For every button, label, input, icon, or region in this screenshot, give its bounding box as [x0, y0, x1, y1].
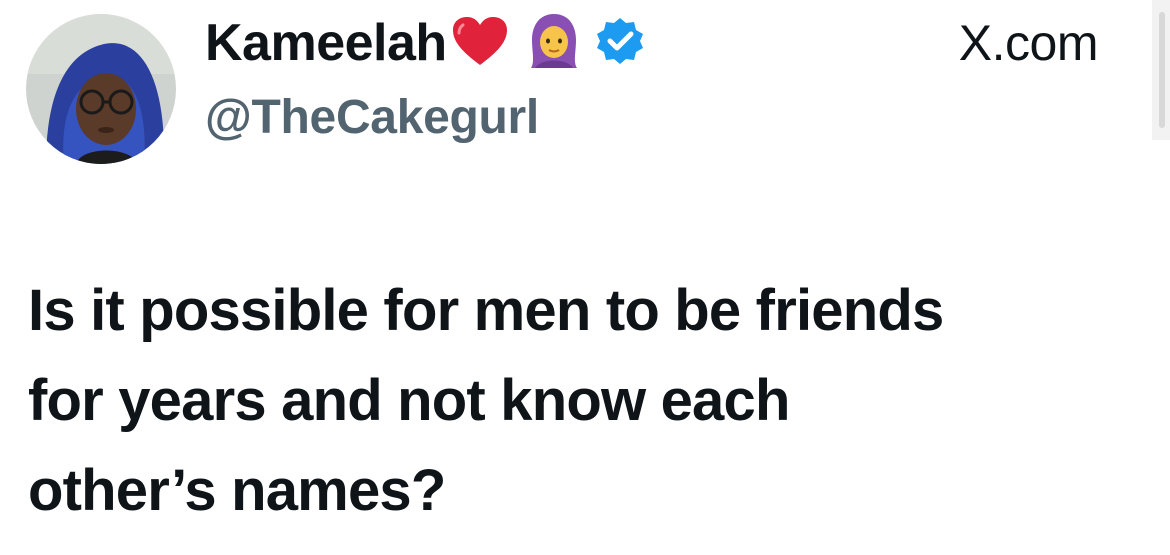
tweet-text: Is it possible for men to be friends for… — [28, 266, 1138, 536]
tweet-text-line: for years and not know each — [28, 368, 790, 433]
author-name-row: Kameelah — [205, 8, 645, 78]
red-heart-icon — [451, 15, 509, 72]
tweet-text-line: other’s names? — [28, 458, 446, 523]
scrollbar-thumb[interactable] — [1159, 12, 1165, 128]
source-label: X.com — [958, 15, 1099, 71]
author-display-name[interactable]: Kameelah — [205, 13, 447, 73]
scrollbar[interactable] — [1152, 0, 1170, 140]
avatar[interactable] — [26, 14, 176, 164]
author-handle[interactable]: @TheCakegurl — [205, 90, 539, 145]
woman-with-headscarf-icon — [527, 12, 581, 75]
avatar-image — [26, 14, 176, 164]
tweet-text-line: Is it possible for men to be friends — [28, 278, 944, 343]
verified-badge-icon[interactable] — [595, 16, 645, 71]
